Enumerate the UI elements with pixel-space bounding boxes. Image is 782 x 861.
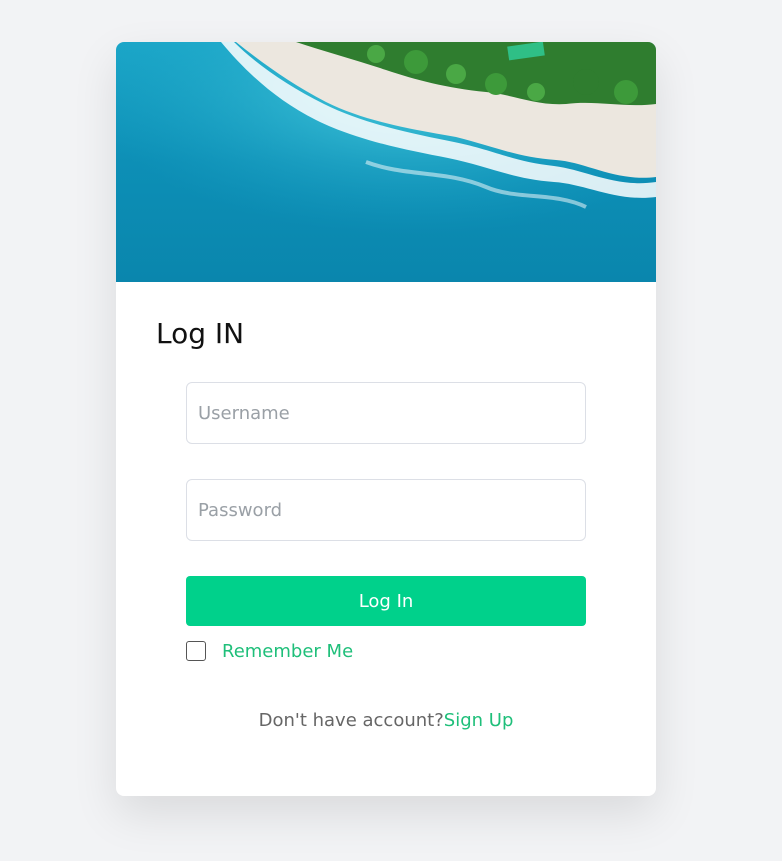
signup-link[interactable]: Sign Up [444, 710, 514, 731]
beach-hero-image [116, 42, 656, 282]
remember-me-row[interactable]: Remember Me [186, 640, 353, 662]
login-card: Log IN Log In Remember Me Don't have acc… [116, 42, 656, 796]
remember-me-checkbox[interactable] [186, 641, 206, 661]
login-button[interactable]: Log In [186, 576, 586, 626]
password-input[interactable] [186, 479, 586, 541]
username-input[interactable] [186, 382, 586, 444]
signup-row: Don't have account?Sign Up [116, 710, 656, 731]
page-title: Log IN [156, 317, 245, 350]
signup-prompt: Don't have account? [258, 710, 444, 731]
remember-me-label[interactable]: Remember Me [222, 641, 353, 662]
